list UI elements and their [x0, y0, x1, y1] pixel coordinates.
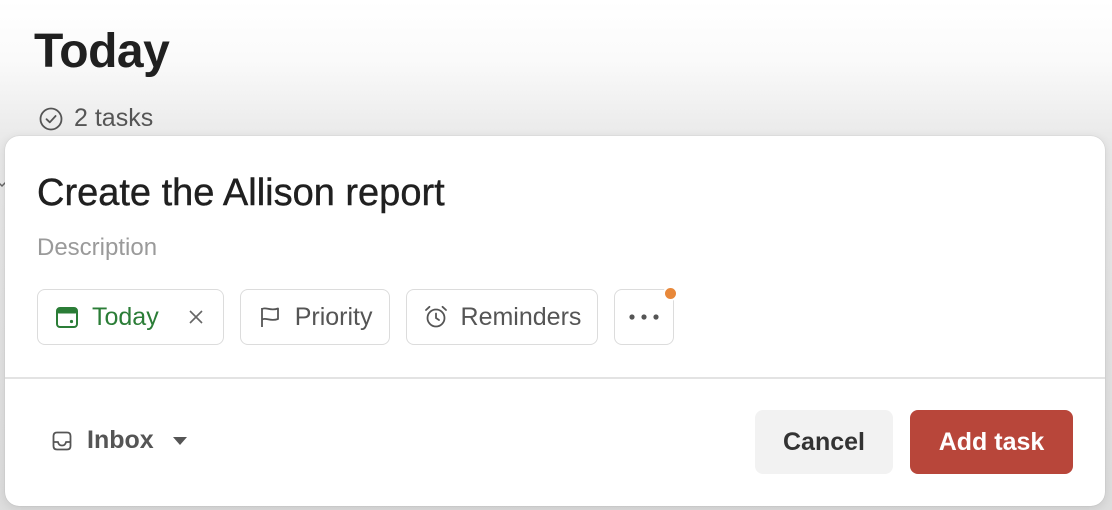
- task-attribute-chips: Today Priority Reminders: [37, 286, 679, 345]
- notification-dot: [663, 286, 679, 301]
- divider: [5, 377, 1105, 379]
- flag-icon: [257, 304, 283, 330]
- add-task-button[interactable]: Add task: [910, 410, 1073, 474]
- check-circle-icon: [38, 106, 64, 132]
- priority-button[interactable]: Priority: [239, 289, 390, 345]
- reminders-label: Reminders: [460, 302, 582, 331]
- calendar-icon: [54, 304, 80, 330]
- inbox-tray-icon: [49, 428, 75, 454]
- due-date-label: Today: [92, 302, 159, 331]
- quick-add-task-editor: Create the Allison report Description To…: [5, 136, 1105, 506]
- page-title: Today: [34, 25, 170, 78]
- more-horizontal-icon: [628, 313, 660, 321]
- more-actions-button[interactable]: [614, 286, 679, 345]
- due-date-button[interactable]: Today: [37, 289, 224, 345]
- task-name-input[interactable]: Create the Allison report: [37, 172, 445, 215]
- task-count: 2 tasks: [38, 104, 153, 133]
- reminders-button[interactable]: Reminders: [405, 289, 599, 345]
- today-view: Today 2 tasks Create the Allison report …: [0, 0, 1112, 510]
- project-selector[interactable]: Inbox: [49, 426, 188, 455]
- description-input[interactable]: Description: [37, 234, 157, 262]
- project-label: Inbox: [87, 426, 154, 454]
- priority-label: Priority: [294, 302, 373, 331]
- caret-down-icon: [172, 436, 188, 446]
- alarm-clock-icon: [423, 304, 449, 330]
- cancel-button[interactable]: Cancel: [755, 410, 893, 474]
- close-icon[interactable]: [187, 308, 205, 326]
- task-count-label: 2 tasks: [74, 104, 154, 132]
